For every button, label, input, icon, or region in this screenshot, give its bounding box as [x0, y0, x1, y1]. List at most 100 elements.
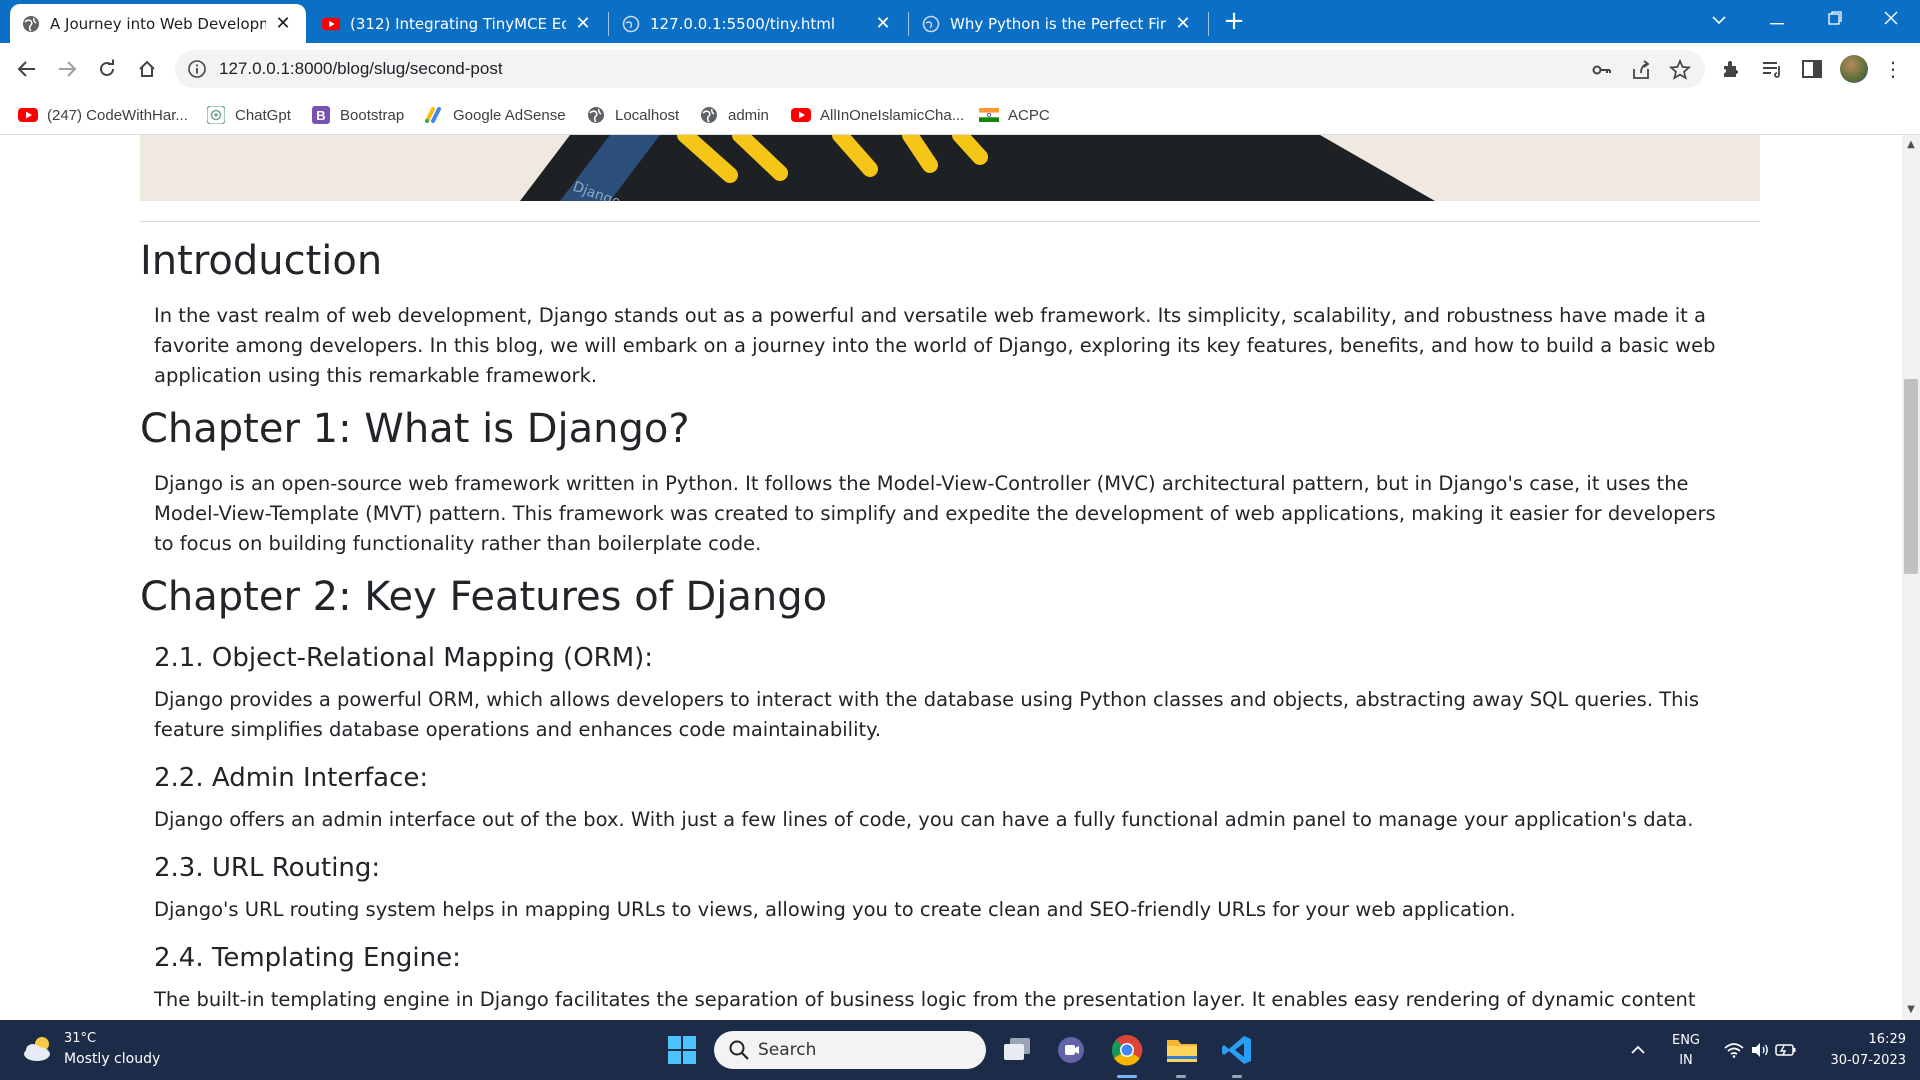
youtube-icon — [18, 107, 38, 123]
bookmark-acpc[interactable]: ACPC — [979, 104, 1050, 126]
bookmark-star-icon[interactable] — [1668, 58, 1692, 81]
tab-python[interactable]: Why Python is the Perfect First Pr ✕ — [910, 4, 1206, 43]
scroll-thumb[interactable] — [1904, 379, 1918, 574]
paragraph-admin-interface: Django offers an admin interface out of … — [154, 808, 1694, 831]
home-icon[interactable] — [132, 54, 162, 84]
bookmark-adsense[interactable]: Google AdSense — [424, 104, 566, 126]
bookmark-localhost[interactable]: Localhost — [586, 104, 679, 126]
language-indicator[interactable]: ENG — [1664, 1033, 1708, 1048]
bookmark-label: admin — [728, 106, 769, 124]
heading-orm: 2.1. Object-Relational Mapping (ORM): — [154, 643, 654, 673]
teams-chat-icon[interactable] — [1053, 1032, 1089, 1068]
close-icon[interactable]: ✕ — [1172, 13, 1194, 34]
paragraph-chapter-1: Django is an open-source web framework w… — [154, 472, 1716, 555]
scroll-down-icon[interactable]: ▼ — [1902, 1002, 1920, 1018]
tab-title: Why Python is the Perfect First Pr — [950, 14, 1166, 33]
reading-list-icon[interactable] — [1760, 57, 1784, 81]
active-app-indicator — [1117, 1075, 1137, 1078]
paragraph-templating-engine: The built-in templating engine in Django… — [154, 988, 1696, 1011]
side-panel-icon[interactable] — [1800, 57, 1824, 81]
address-bar[interactable]: 127.0.0.1:8000/blog/slug/second-post — [175, 50, 1705, 88]
weather-temperature[interactable]: 31°C — [64, 1031, 96, 1046]
globe-icon — [922, 15, 940, 33]
tab-title: A Journey into Web Developmen — [50, 14, 266, 33]
menu-kebab-icon[interactable]: ⋮ — [1883, 55, 1903, 83]
bookmark-chatgpt[interactable]: ChatGpt — [206, 104, 291, 126]
scrollbar[interactable]: ▲ ▼ — [1902, 135, 1920, 1020]
tab-search-chevron-icon[interactable] — [1690, 0, 1748, 40]
bookmark-label: (247) CodeWithHar... — [47, 106, 188, 124]
bookmark-bootstrap[interactable]: B Bootstrap — [311, 104, 404, 126]
page-content: Django Introduction In the vast realm of… — [0, 135, 1902, 1020]
heading-url-routing: 2.3. URL Routing: — [154, 853, 381, 883]
tab-strip: A Journey into Web Developmen ✕ (312) In… — [0, 0, 1920, 43]
url-text[interactable]: 127.0.0.1:8000/blog/slug/second-post — [219, 59, 503, 79]
browser-toolbar: 127.0.0.1:8000/blog/slug/second-post ⋮ — [0, 43, 1920, 95]
chrome-icon[interactable] — [1109, 1032, 1145, 1068]
extensions-icon[interactable] — [1719, 57, 1743, 81]
region-indicator[interactable]: IN — [1664, 1053, 1708, 1068]
close-icon[interactable]: ✕ — [572, 13, 594, 34]
scroll-up-icon[interactable]: ▲ — [1902, 137, 1920, 153]
bookmark-label: ACPC — [1008, 106, 1050, 124]
heading-admin-interface: 2.2. Admin Interface: — [154, 763, 429, 793]
paragraph-introduction: In the vast realm of web development, Dj… — [154, 304, 1716, 387]
paragraph-orm: Django provides a powerful ORM, which al… — [154, 688, 1700, 741]
paragraph-url-routing: Django's URL routing system helps in map… — [154, 898, 1516, 921]
weather-cloud-icon[interactable] — [22, 1034, 56, 1064]
taskbar-search-box[interactable]: Search — [714, 1031, 986, 1069]
svg-text:B: B — [316, 108, 325, 123]
forward-icon[interactable] — [52, 54, 82, 84]
info-icon[interactable] — [187, 59, 207, 79]
bootstrap-icon: B — [311, 106, 331, 124]
restore-icon[interactable] — [1806, 0, 1864, 40]
close-icon[interactable]: ✕ — [872, 13, 894, 34]
bookmark-islamic-channel[interactable]: AllInOneIslamicCha... — [791, 104, 964, 126]
tab-title: 127.0.0.1:5500/tiny.html — [650, 14, 836, 33]
globe-icon — [699, 107, 719, 123]
file-explorer-icon[interactable] — [1164, 1032, 1200, 1068]
hero-image: Django — [140, 135, 1760, 201]
back-icon[interactable] — [12, 54, 42, 84]
adsense-icon — [424, 107, 444, 123]
avatar[interactable] — [1840, 55, 1868, 83]
windows-taskbar: 31°C Mostly cloudy Search ENG IN 16:29 3 — [0, 1020, 1920, 1080]
wifi-icon[interactable] — [1722, 1032, 1746, 1068]
window-close-icon[interactable] — [1862, 0, 1920, 40]
bookmark-label: Bootstrap — [340, 106, 405, 124]
reload-icon[interactable] — [92, 54, 122, 84]
task-view-icon[interactable] — [999, 1032, 1035, 1068]
weather-description[interactable]: Mostly cloudy — [64, 1051, 160, 1067]
tab-title: (312) Integrating TinyMCE Editor — [350, 14, 566, 33]
open-app-indicator — [1232, 1075, 1242, 1078]
tab-separator — [1208, 12, 1209, 36]
globe-icon — [622, 15, 640, 33]
tab-tiny-html[interactable]: 127.0.0.1:5500/tiny.html ✕ — [610, 4, 906, 43]
youtube-icon — [791, 107, 811, 123]
youtube-icon — [322, 15, 340, 33]
clock-date[interactable]: 30-07-2023 — [1812, 1053, 1906, 1068]
tab-tinymce[interactable]: (312) Integrating TinyMCE Editor ✕ — [310, 4, 606, 43]
tab-active[interactable]: A Journey into Web Developmen ✕ — [10, 4, 306, 43]
open-app-indicator — [1176, 1075, 1186, 1078]
bookmark-admin[interactable]: admin — [699, 104, 769, 126]
minimize-icon[interactable] — [1748, 0, 1806, 40]
globe-icon — [586, 107, 606, 123]
bookmarks-bar: (247) CodeWithHar... ChatGpt B Bootstrap… — [0, 95, 1920, 135]
windows-start-icon[interactable] — [664, 1032, 700, 1068]
india-flag-icon — [979, 107, 999, 123]
share-icon[interactable] — [1630, 59, 1652, 81]
heading-chapter-2: Chapter 2: Key Features of Django — [140, 574, 828, 620]
tab-separator — [908, 12, 909, 36]
vscode-icon[interactable] — [1219, 1032, 1255, 1068]
volume-icon[interactable] — [1748, 1032, 1772, 1068]
close-icon[interactable]: ✕ — [272, 13, 294, 34]
chevron-up-icon[interactable] — [1620, 1032, 1656, 1068]
key-icon[interactable] — [1591, 59, 1613, 81]
heading-chapter-1: Chapter 1: What is Django? — [140, 406, 690, 452]
bookmark-codewithharry[interactable]: (247) CodeWithHar... — [18, 104, 188, 126]
clock-time[interactable]: 16:29 — [1812, 1032, 1906, 1047]
divider — [140, 221, 1760, 222]
battery-icon[interactable] — [1774, 1032, 1798, 1068]
new-tab-button[interactable]: + — [1220, 6, 1248, 38]
